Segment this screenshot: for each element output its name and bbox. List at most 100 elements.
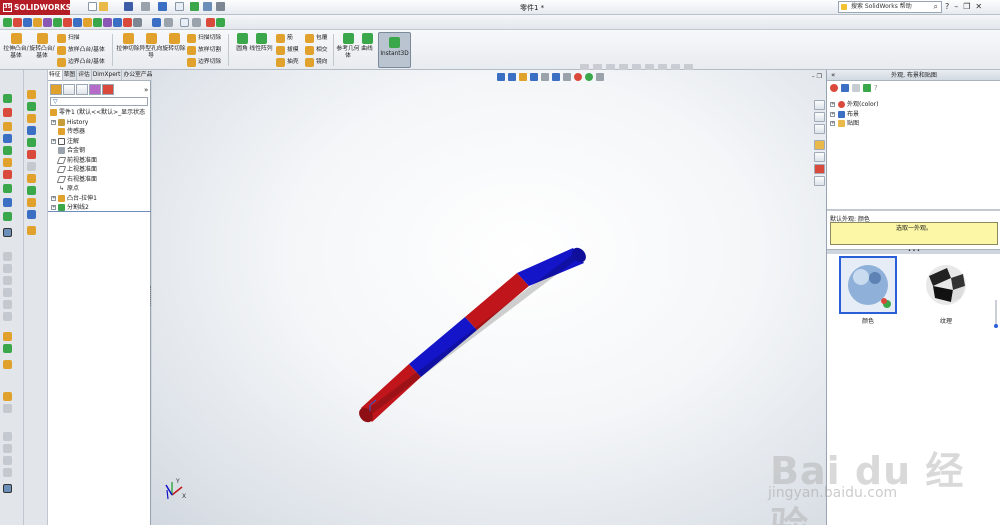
expand-toggle[interactable]: +: [830, 121, 835, 126]
search-icon[interactable]: ⌕: [934, 2, 938, 12]
curve-tool-icon[interactable]: [3, 212, 12, 221]
pane-divider[interactable]: [827, 209, 1000, 211]
tree-node-sensors[interactable]: 传感器: [48, 127, 151, 137]
sketch-entity-icon[interactable]: [27, 198, 36, 207]
cylinder-part[interactable]: [356, 245, 588, 425]
dimension-tool-icon[interactable]: [3, 108, 12, 117]
restore-icon[interactable]: ❐: [963, 2, 970, 11]
smart-dimension-icon[interactable]: [13, 18, 22, 27]
tab-office-products[interactable]: 办公室产品: [122, 70, 155, 80]
property-manager-tab-icon[interactable]: [63, 84, 75, 95]
tree-node-scenes[interactable]: + 布景: [830, 110, 990, 120]
convert-entities-icon[interactable]: [93, 18, 102, 27]
dimxpert-manager-tab-icon[interactable]: [89, 84, 101, 95]
solidworks-logo[interactable]: 3S SOLIDWORKS: [0, 0, 71, 15]
sketch-entity-icon[interactable]: [27, 138, 36, 147]
file-explorer-tab-icon[interactable]: [814, 124, 825, 134]
custom-properties-tab-icon[interactable]: [814, 176, 825, 186]
wrap-button[interactable]: 包覆: [305, 33, 328, 44]
help-search-input[interactable]: 搜索 SolidWorks 帮助 ⌕: [838, 1, 942, 13]
toolbar-toggle-icon[interactable]: [3, 484, 12, 493]
spline-icon[interactable]: [63, 18, 72, 27]
undo-icon[interactable]: [158, 2, 167, 11]
sketch-pattern-icon[interactable]: [123, 18, 132, 27]
sweep-button[interactable]: 扫描: [57, 33, 80, 44]
close-icon[interactable]: ✕: [975, 2, 982, 11]
circle-icon[interactable]: [43, 18, 52, 27]
boundary-cut-button[interactable]: 边界切除: [187, 57, 221, 68]
print-icon[interactable]: [141, 2, 150, 11]
sketch-icon[interactable]: [3, 18, 12, 27]
intersect-button[interactable]: 相交: [305, 45, 328, 56]
mirror-entities-icon[interactable]: [113, 18, 122, 27]
appearance-icon[interactable]: [206, 18, 215, 27]
fillet-tool-icon[interactable]: [3, 170, 12, 179]
expand-toggle[interactable]: +: [830, 102, 835, 107]
tab-features[interactable]: 特征: [48, 70, 63, 80]
tree-node-appearances[interactable]: + 外观(color): [830, 100, 990, 110]
curves-button[interactable]: 曲线: [356, 32, 378, 68]
rollback-bar[interactable]: [48, 211, 151, 212]
surface-tool-icon[interactable]: [3, 392, 12, 401]
sketch-entity-icon[interactable]: [27, 90, 36, 99]
scene-icon[interactable]: [841, 84, 849, 92]
tree-node-decals[interactable]: + 贴图: [830, 119, 990, 129]
revolve-tool-icon[interactable]: [3, 146, 12, 155]
size-slider[interactable]: [994, 300, 998, 330]
mold-tool-icon[interactable]: [3, 344, 12, 353]
appearance-icon[interactable]: [830, 84, 838, 92]
open-icon[interactable]: [99, 2, 108, 11]
display-manager-tab-icon[interactable]: [102, 84, 114, 95]
boundary-boss-button[interactable]: 边界凸台/基体: [57, 57, 105, 68]
sketch-entity-icon[interactable]: [27, 150, 36, 159]
extrude-tool-icon[interactable]: [3, 134, 12, 143]
expand-panel-icon[interactable]: »: [144, 86, 148, 94]
extrude-boss-button[interactable]: 拉伸凸台/基体: [3, 32, 29, 68]
feature-manager-tab-icon[interactable]: [50, 84, 62, 95]
expand-toggle[interactable]: +: [51, 138, 56, 144]
tree-node-front-plane[interactable]: 前视基准面: [48, 156, 151, 166]
tree-node-material[interactable]: 合金钢: [48, 146, 151, 156]
options-icon[interactable]: [216, 2, 225, 11]
shell-tool-icon[interactable]: [3, 158, 12, 167]
swept-cut-button[interactable]: 扫描切除: [187, 33, 221, 44]
feature-tool-icon[interactable]: [3, 122, 12, 131]
arc-icon[interactable]: [53, 18, 62, 27]
sketch-entity-icon[interactable]: [27, 174, 36, 183]
tab-dimxpert[interactable]: DimXpert: [92, 70, 123, 80]
feature-list-icon[interactable]: [216, 18, 225, 27]
tree-node-top-plane[interactable]: 上视基准面: [48, 165, 151, 175]
select-filter-icon[interactable]: [180, 18, 189, 27]
rebuild-icon[interactable]: [190, 2, 199, 11]
expand-toggle[interactable]: +: [51, 119, 56, 125]
tree-node-history[interactable]: + History: [48, 118, 151, 128]
sketch-tool-icon[interactable]: [3, 94, 12, 103]
draft-button[interactable]: 拔模: [276, 45, 299, 56]
help-icon[interactable]: ?: [874, 84, 882, 92]
shell-button[interactable]: 抽壳: [276, 57, 299, 68]
expand-toggle[interactable]: +: [830, 111, 835, 117]
new-document-icon[interactable]: [88, 2, 97, 11]
tree-node-annotations[interactable]: + 注解: [48, 137, 151, 147]
sketch-entity-icon[interactable]: [27, 102, 36, 111]
decal-icon[interactable]: [852, 84, 860, 92]
search-tab-icon[interactable]: [814, 140, 825, 150]
line-icon[interactable]: [23, 18, 32, 27]
linear-pattern-button[interactable]: 线性阵列: [248, 32, 274, 68]
tree-node-boss-extrude[interactable]: + 凸台-拉伸1: [48, 194, 151, 204]
tree-node-part[interactable]: 零件1 (默认<<默认>_显示状态: [48, 108, 151, 118]
graphics-area[interactable]: – ❐ Y X: [152, 70, 826, 525]
sketch-entity-icon[interactable]: [27, 186, 36, 195]
expand-toggle[interactable]: +: [51, 205, 56, 210]
trim-icon[interactable]: [83, 18, 92, 27]
save-icon[interactable]: [124, 2, 133, 11]
tab-evaluate[interactable]: 评估: [77, 70, 92, 80]
sketch-entity-icon[interactable]: [27, 114, 36, 123]
revolved-cut-button[interactable]: 旋转切除: [161, 32, 187, 68]
sketch-entity-icon[interactable]: [27, 210, 36, 219]
rib-button[interactable]: 筋: [276, 33, 293, 44]
configuration-manager-tab-icon[interactable]: [76, 84, 88, 95]
tree-node-origin[interactable]: ↳ 原点: [48, 184, 151, 194]
rapid-sketch-icon[interactable]: [164, 18, 173, 27]
add-icon[interactable]: [863, 84, 871, 92]
